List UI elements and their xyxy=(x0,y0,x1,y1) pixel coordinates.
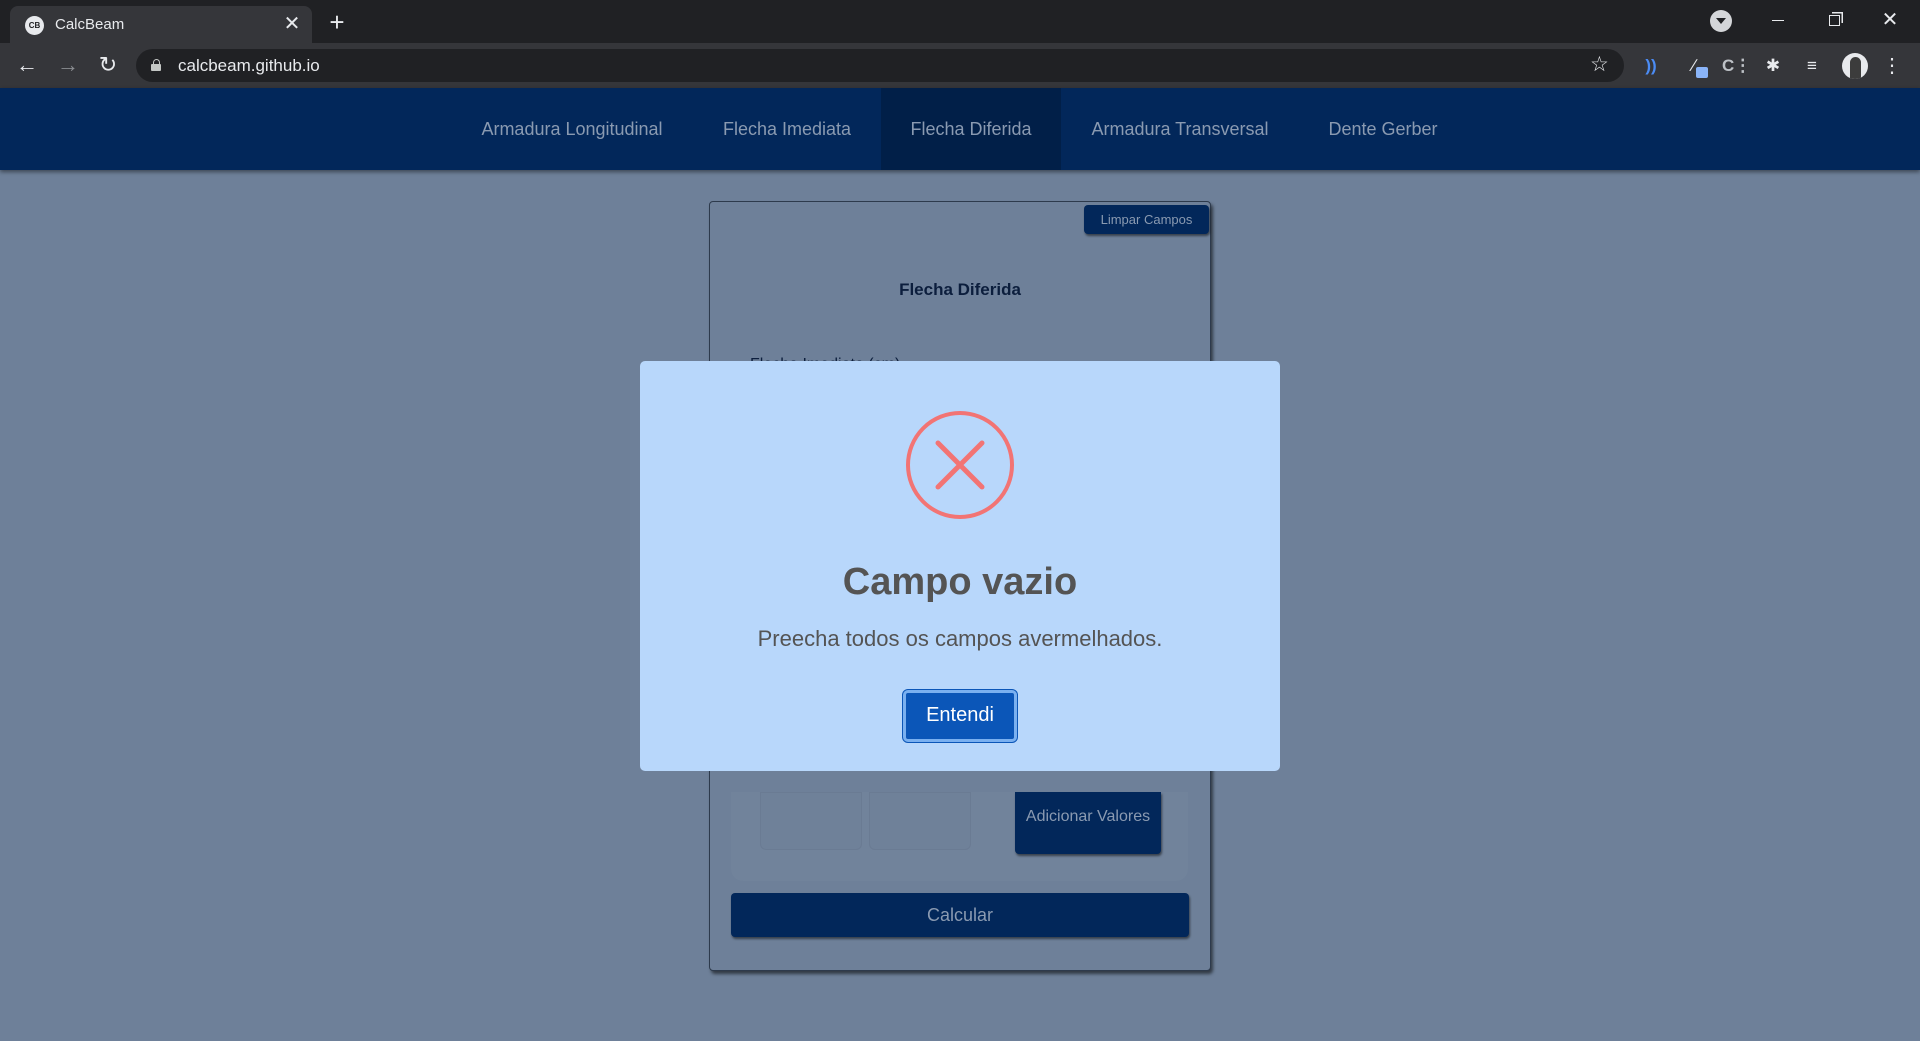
error-modal: Campo vazio Preecha todos os campos aver… xyxy=(640,361,1280,771)
address-bar[interactable]: calcbeam.github.io ☆ xyxy=(136,49,1624,82)
tab-close-icon[interactable]: ✕ xyxy=(280,12,304,36)
reload-icon[interactable]: ↻ xyxy=(93,50,123,80)
url-text[interactable]: calcbeam.github.io xyxy=(178,57,320,75)
bookmark-star-icon[interactable]: ☆ xyxy=(1590,53,1609,77)
calcbeam-favicon-icon: CB xyxy=(25,16,44,35)
tab-search-icon[interactable] xyxy=(1710,10,1732,32)
puzzle-extensions-icon[interactable]: ✱ xyxy=(1762,55,1784,77)
forward-arrow-icon[interactable]: → xyxy=(53,50,83,80)
lock-icon xyxy=(151,59,161,71)
media-controls-icon[interactable]: ≡ xyxy=(1801,55,1823,77)
nav-armadura-longitudinal[interactable]: Armadura Longitudinal xyxy=(458,88,686,170)
nav-armadura-transversal[interactable]: Armadura Transversal xyxy=(1076,88,1284,170)
minimize-button[interactable] xyxy=(1750,0,1806,40)
error-x-icon xyxy=(906,411,1014,519)
restore-button[interactable] xyxy=(1806,0,1862,40)
nav-flecha-imediata[interactable]: Flecha Imediata xyxy=(700,88,874,170)
site-navigation: Armadura Longitudinal Flecha Imediata Fl… xyxy=(0,88,1920,170)
modal-message: Preecha todos os campos avermelhados. xyxy=(757,626,1163,651)
confirm-button[interactable]: Entendi xyxy=(903,690,1017,742)
modal-title: Campo vazio xyxy=(842,561,1078,603)
browser-tab-bar: CB CalcBeam ✕ + ✕ xyxy=(0,0,1920,43)
browser-tab[interactable]: CB CalcBeam ✕ xyxy=(10,6,312,43)
add-values-button[interactable]: Adicionar Valores xyxy=(1015,792,1161,854)
browser-toolbar: ← → ↻ calcbeam.github.io ☆ )) ∕ C⋮ ✱ ≡ ⋮ xyxy=(0,43,1920,88)
browser-menu-icon[interactable]: ⋮ xyxy=(1882,54,1902,78)
back-arrow-icon[interactable]: ← xyxy=(12,50,42,80)
calculate-button[interactable]: Calcular xyxy=(731,893,1189,937)
css-extension-icon[interactable]: C⋮ xyxy=(1722,55,1751,77)
value-input[interactable] xyxy=(760,792,862,850)
tab-title: CalcBeam xyxy=(55,16,125,33)
close-window-button[interactable]: ✕ xyxy=(1862,0,1918,40)
values-box: Adicionar Valores xyxy=(731,792,1188,881)
new-tab-icon[interactable]: + xyxy=(322,7,352,37)
card-title: Flecha Diferida xyxy=(899,280,1021,299)
pen-extension-icon[interactable]: ∕ xyxy=(1683,55,1708,78)
value-input[interactable] xyxy=(869,792,971,850)
nav-flecha-diferida[interactable]: Flecha Diferida xyxy=(881,88,1061,170)
clear-fields-button[interactable]: Limpar Campos xyxy=(1084,205,1209,234)
read-aloud-extension-icon[interactable]: )) xyxy=(1640,55,1662,77)
nav-dente-gerber[interactable]: Dente Gerber xyxy=(1311,88,1455,170)
profile-avatar[interactable] xyxy=(1842,53,1868,79)
